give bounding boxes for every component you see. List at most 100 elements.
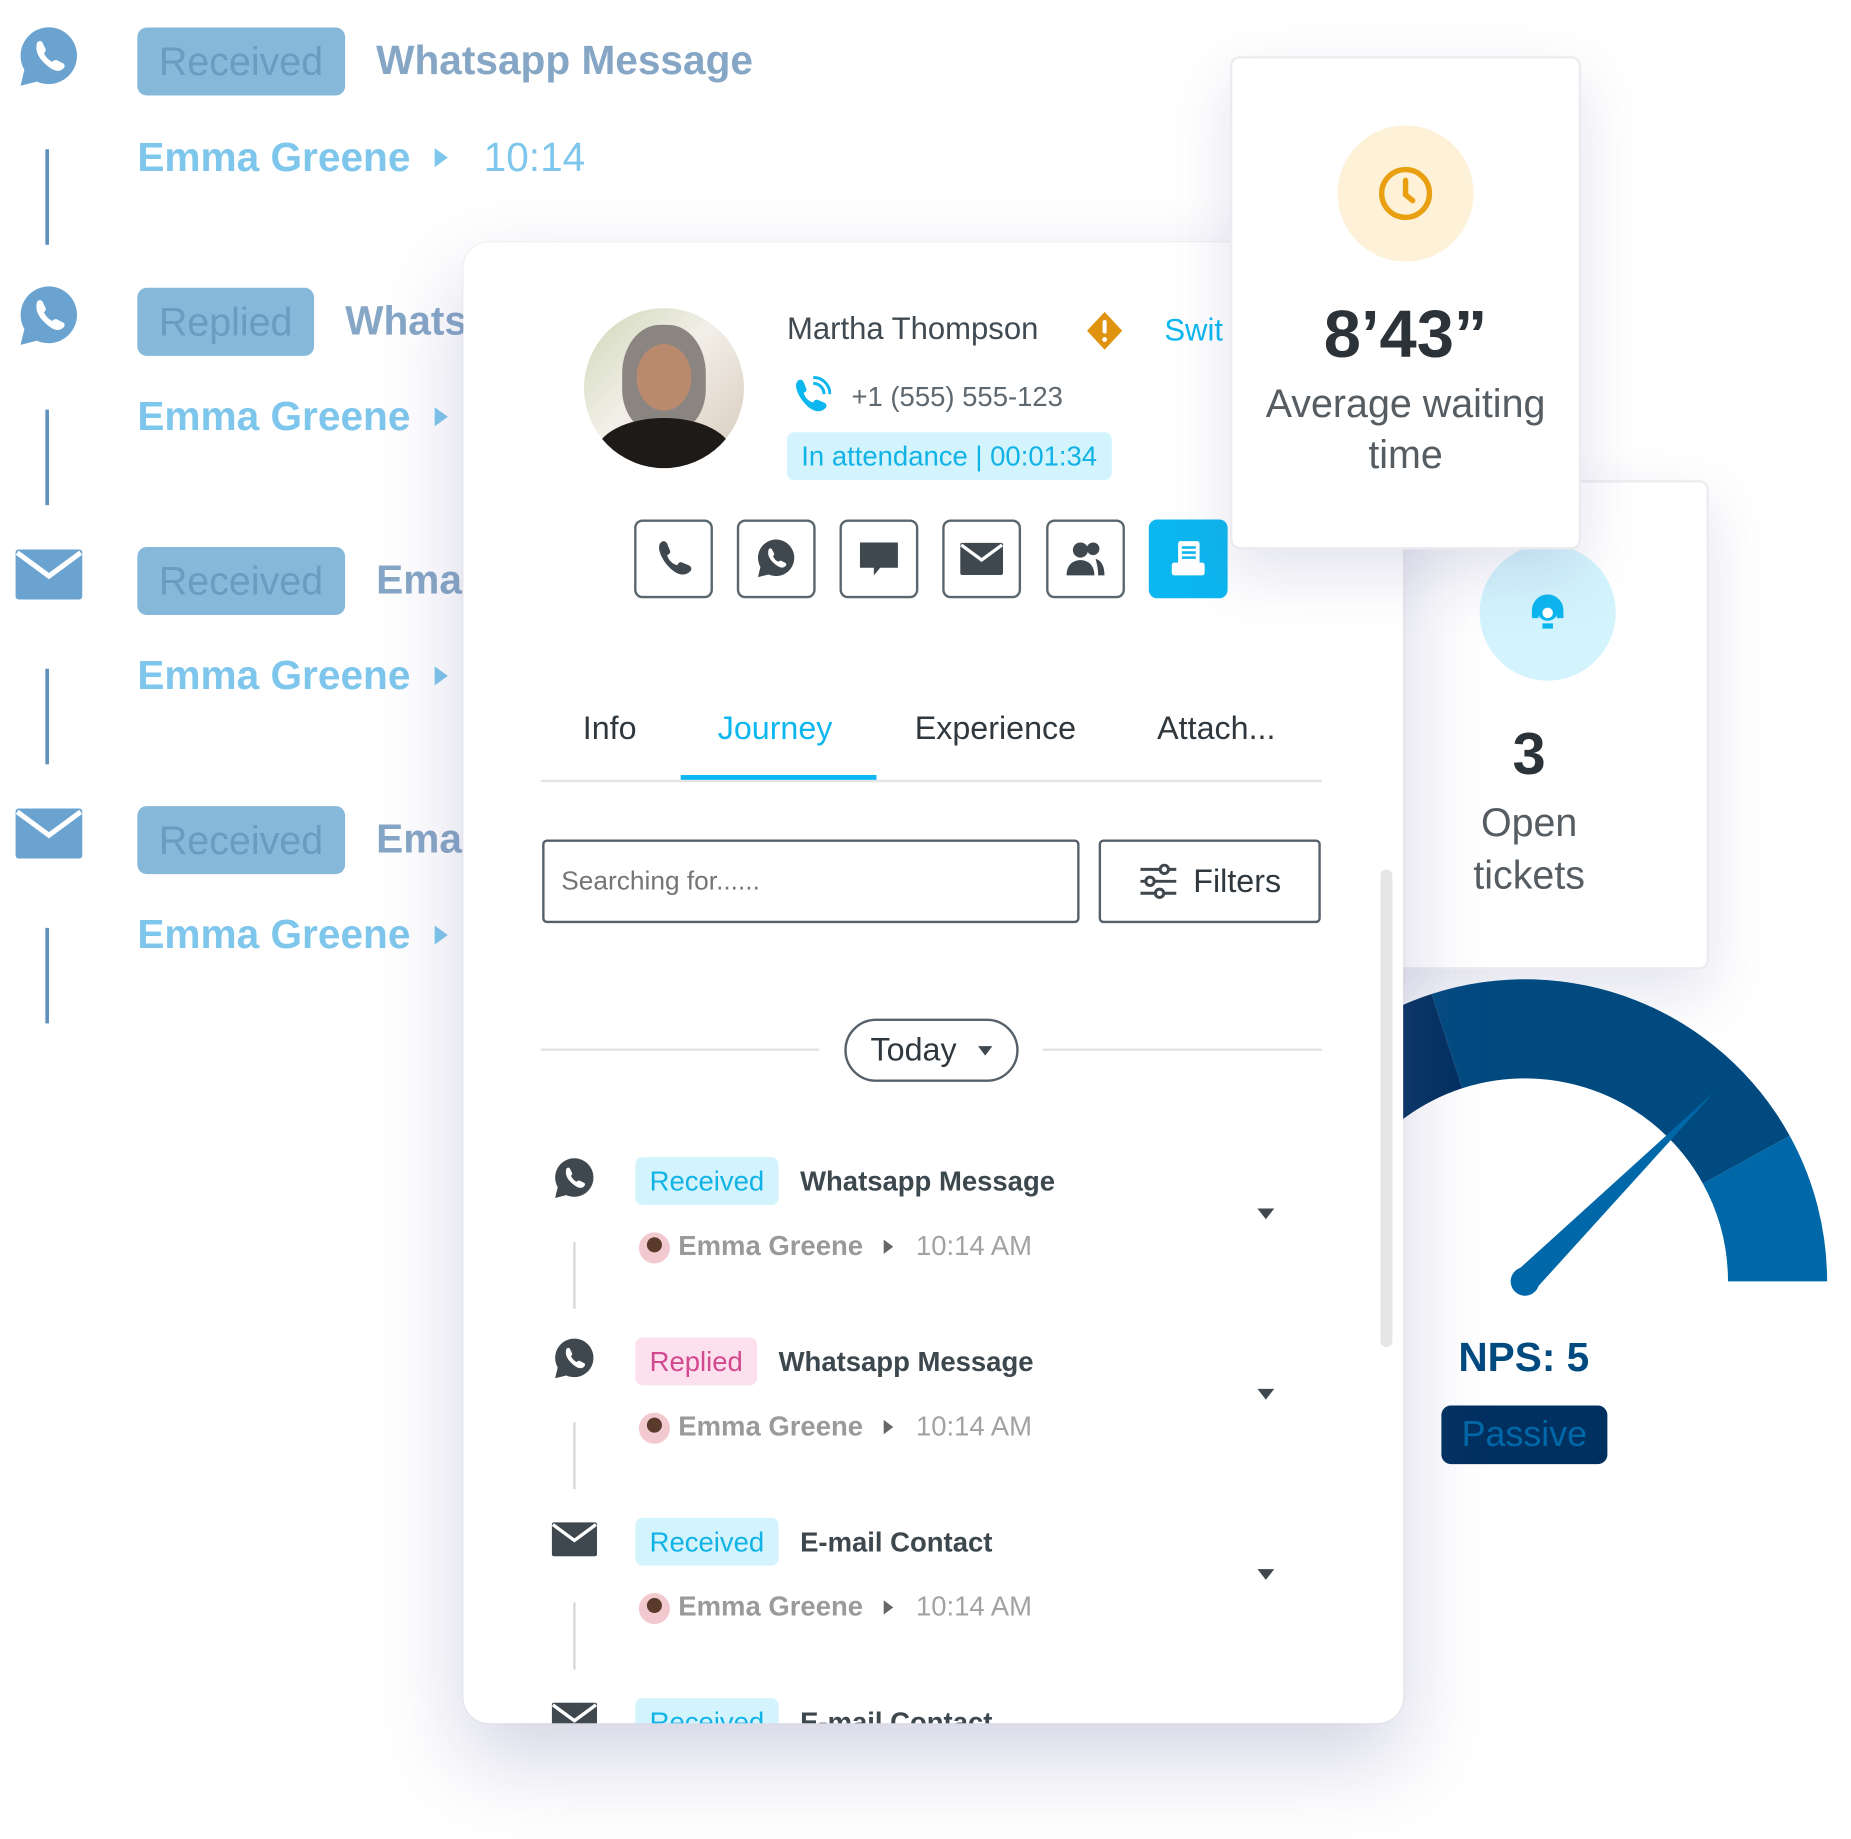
divider bbox=[1042, 1048, 1322, 1051]
item-title: E-mail Contact bbox=[800, 1526, 993, 1558]
sliders-icon bbox=[1140, 863, 1177, 899]
tabs-divider bbox=[540, 779, 1322, 783]
whatsapp-icon bbox=[16, 24, 83, 91]
timeline-line bbox=[573, 1241, 576, 1309]
arrow-right-icon bbox=[434, 407, 448, 427]
chat-icon bbox=[859, 542, 898, 576]
attendance-status-badge: In attendance | 00:01:34 bbox=[786, 432, 1112, 481]
divider bbox=[540, 1048, 820, 1051]
timeline-line bbox=[45, 668, 49, 765]
open-tickets-card: 3 Open tickets bbox=[1349, 480, 1709, 970]
contact-name: Martha Thompson bbox=[786, 310, 1039, 347]
bg-item-name: Emma Greene bbox=[137, 912, 411, 958]
agent-name: Emma Greene bbox=[678, 1590, 864, 1622]
clock-icon bbox=[1337, 125, 1474, 262]
bg-status-badge: Received bbox=[137, 806, 345, 875]
scrollbar[interactable] bbox=[1380, 869, 1393, 1348]
warning-diamond-icon bbox=[1084, 310, 1123, 350]
whatsapp-button[interactable] bbox=[736, 519, 816, 599]
item-time: 10:14 AM bbox=[915, 1230, 1033, 1262]
email-button[interactable] bbox=[942, 519, 1022, 599]
open-tickets-value: 3 bbox=[1512, 720, 1546, 787]
waiting-time-label: Average waiting bbox=[1265, 380, 1546, 426]
bg-item-name: Emma Greene bbox=[137, 134, 411, 181]
mail-icon bbox=[16, 808, 83, 858]
waiting-time-label: time bbox=[1368, 432, 1443, 477]
notes-button[interactable] bbox=[1148, 519, 1228, 599]
avatar bbox=[638, 1412, 670, 1444]
date-filter-dropdown[interactable]: Today bbox=[844, 1018, 1019, 1082]
mail-icon bbox=[552, 1521, 597, 1557]
active-tab-indicator bbox=[680, 775, 877, 780]
mail-icon bbox=[16, 549, 83, 599]
arrow-right-icon bbox=[434, 925, 448, 945]
arrow-right-icon bbox=[883, 1600, 894, 1615]
status-badge: Replied bbox=[635, 1337, 758, 1386]
switch-link[interactable]: Swit bbox=[1164, 312, 1223, 349]
agent-name: Emma Greene bbox=[678, 1410, 864, 1442]
item-time: 10:14 AM bbox=[915, 1410, 1033, 1442]
whatsapp-icon bbox=[552, 1156, 597, 1201]
timeline-line bbox=[573, 1602, 576, 1670]
waiting-time-value: 8’43” bbox=[1323, 296, 1488, 372]
bg-item-title: Whatsapp Message bbox=[376, 38, 753, 84]
average-waiting-card: 8’43” Average waiting time bbox=[1230, 56, 1582, 550]
status-badge: Received bbox=[635, 1517, 779, 1566]
bg-item-title: Emai bbox=[376, 816, 474, 863]
date-filter-label: Today bbox=[870, 1031, 957, 1068]
journey-item[interactable]: Replied Whatsapp Message Emma Greene 10:… bbox=[463, 1336, 1403, 1516]
tab-attachments[interactable]: Attach... bbox=[1157, 711, 1275, 748]
gauge-needle bbox=[1515, 1091, 1715, 1291]
mail-icon bbox=[552, 1702, 597, 1723]
filters-button[interactable]: Filters bbox=[1098, 839, 1321, 924]
open-tickets-label: tickets bbox=[1473, 852, 1586, 897]
whatsapp-icon bbox=[552, 1336, 597, 1381]
tab-journey[interactable]: Journey bbox=[718, 711, 833, 748]
timeline-line bbox=[573, 1422, 576, 1490]
contacts-button[interactable] bbox=[1046, 519, 1125, 599]
gauge-segment-2 bbox=[1431, 979, 1790, 1184]
headset-icon bbox=[1479, 544, 1616, 681]
mail-icon bbox=[960, 537, 1003, 580]
journey-item[interactable]: Received E-mail Contact Emma Greene 10:1… bbox=[463, 1517, 1403, 1697]
status-badge: Received bbox=[635, 1157, 779, 1205]
tab-info[interactable]: Info bbox=[583, 711, 637, 748]
chat-button[interactable] bbox=[839, 519, 919, 599]
whatsapp-icon bbox=[755, 537, 798, 580]
timeline-line bbox=[45, 409, 49, 506]
phone-icon bbox=[659, 541, 692, 575]
journey-item[interactable]: Received E-mail Contact bbox=[463, 1697, 1403, 1724]
bg-item-name: Emma Greene bbox=[137, 394, 411, 440]
journey-item[interactable]: Received Whatsapp Message Emma Greene 10… bbox=[463, 1156, 1403, 1336]
arrow-right-icon bbox=[434, 148, 448, 168]
bg-item-time: 10:14 bbox=[483, 134, 586, 181]
expand-caret-icon[interactable] bbox=[1257, 1208, 1275, 1220]
agent-name: Emma Greene bbox=[678, 1230, 864, 1262]
whatsapp-icon bbox=[16, 283, 83, 350]
arrow-right-icon bbox=[883, 1239, 894, 1254]
search-input[interactable] bbox=[542, 839, 1080, 924]
bg-status-badge: Received bbox=[137, 27, 345, 96]
notes-icon bbox=[1171, 541, 1205, 576]
nps-score: NPS: 5 bbox=[1458, 1335, 1590, 1381]
contacts-icon bbox=[1066, 542, 1105, 576]
item-title: Whatsapp Message bbox=[778, 1345, 1034, 1377]
nps-category-badge: Passive bbox=[1441, 1405, 1608, 1465]
status-badge: Received bbox=[635, 1698, 779, 1724]
arrow-right-icon bbox=[883, 1419, 894, 1435]
timeline-line bbox=[45, 927, 49, 1024]
contact-phone: +1 (555) 555-123 bbox=[851, 380, 1063, 412]
expand-caret-icon[interactable] bbox=[1257, 1388, 1275, 1400]
expand-caret-icon[interactable] bbox=[1257, 1569, 1275, 1580]
open-tickets-label: Open bbox=[1480, 800, 1578, 845]
chevron-down-icon bbox=[978, 1045, 993, 1056]
bg-item-title: Emai bbox=[376, 557, 474, 604]
item-title: E-mail Contact bbox=[800, 1706, 993, 1724]
bg-item-name: Emma Greene bbox=[137, 653, 411, 699]
call-button[interactable] bbox=[634, 519, 713, 599]
filters-label: Filters bbox=[1193, 862, 1282, 899]
item-title: Whatsapp Message bbox=[800, 1165, 1056, 1197]
bg-item-title: Whats bbox=[345, 298, 467, 344]
tab-experience[interactable]: Experience bbox=[915, 711, 1076, 748]
bg-status-badge: Replied bbox=[137, 287, 314, 356]
